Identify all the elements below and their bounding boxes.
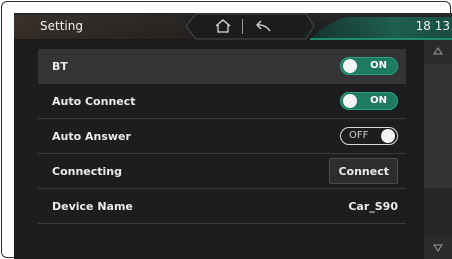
- setting-label: BT: [52, 59, 68, 73]
- setting-label: Device Name: [52, 199, 133, 213]
- nav-tab: [189, 13, 309, 40]
- setting-label: Auto Connect: [52, 94, 136, 108]
- page-title: Setting: [40, 19, 83, 33]
- toggle-state: OFF: [349, 130, 369, 141]
- scroll-thumb[interactable]: [424, 64, 452, 188]
- bt-toggle[interactable]: ON: [340, 57, 398, 75]
- head-unit-screen: Setting 18 13 BT ON Auto Connect ON Auto…: [14, 13, 452, 259]
- connect-button[interactable]: Connect: [329, 158, 398, 184]
- triangle-up-icon: [433, 47, 443, 55]
- home-button[interactable]: [203, 14, 243, 38]
- status-bar: Setting 18 13: [14, 13, 452, 40]
- back-icon: [256, 20, 271, 32]
- setting-row-auto-connect[interactable]: Auto Connect ON: [38, 84, 406, 119]
- triangle-down-icon: [433, 244, 443, 252]
- setting-row-auto-answer[interactable]: Auto Answer OFF: [38, 119, 406, 154]
- setting-label: Auto Answer: [52, 129, 131, 143]
- scrollbar[interactable]: [424, 40, 452, 259]
- bluetooth-settings-list: BT ON Auto Connect ON Auto Answer OFF Co…: [38, 49, 406, 224]
- nav-divider: [242, 19, 243, 34]
- setting-row-device-name[interactable]: Device Name Car_S90: [38, 189, 406, 224]
- setting-row-connecting: Connecting Connect: [38, 154, 406, 189]
- toggle-state: ON: [370, 60, 387, 71]
- scroll-down-button[interactable]: [424, 237, 452, 259]
- clock: 18 13: [415, 19, 450, 33]
- auto-answer-toggle[interactable]: OFF: [340, 127, 398, 145]
- device-name-value: Car_S90: [348, 199, 398, 213]
- auto-connect-toggle[interactable]: ON: [340, 92, 398, 110]
- setting-label: Connecting: [52, 164, 123, 178]
- toggle-knob: [343, 94, 357, 108]
- toggle-knob: [381, 129, 395, 143]
- home-icon: [215, 19, 231, 33]
- scroll-track[interactable]: [424, 64, 452, 236]
- setting-row-bt[interactable]: BT ON: [38, 49, 406, 84]
- toggle-knob: [343, 59, 357, 73]
- scroll-up-button[interactable]: [424, 40, 452, 62]
- back-button[interactable]: [244, 14, 284, 38]
- toggle-state: ON: [370, 95, 387, 106]
